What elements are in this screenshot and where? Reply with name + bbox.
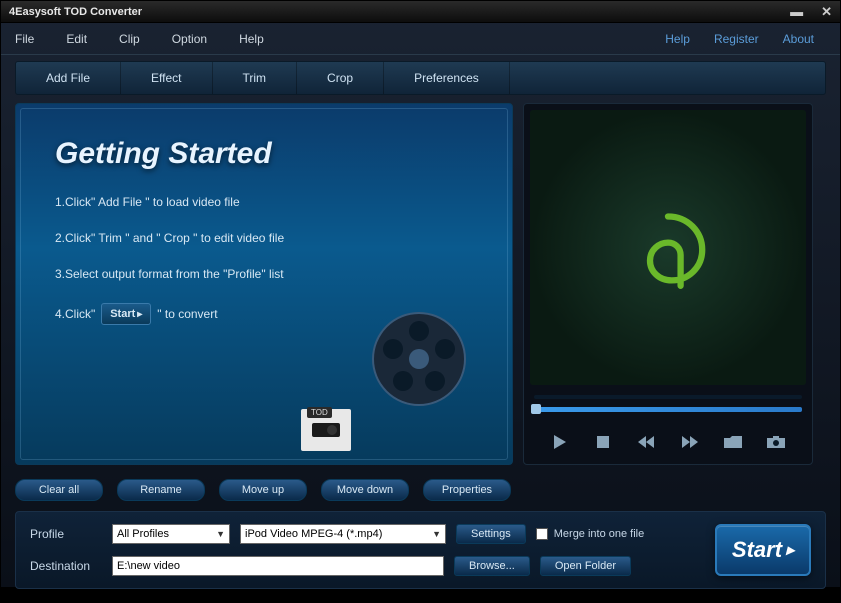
preview-panel [523,103,813,465]
toolbar-preferences[interactable]: Preferences [384,62,510,94]
toolbar-add-file[interactable]: Add File [16,62,121,94]
profile-category-select[interactable]: All Profiles▼ [112,524,230,544]
move-down-button[interactable]: Move down [321,479,409,501]
menu-clip[interactable]: Clip [119,32,140,46]
progress-bar [534,395,802,399]
snapshot-button[interactable] [766,434,786,450]
destination-input[interactable]: E:\new video [112,556,444,576]
open-button[interactable] [723,434,743,450]
list-buttons: Clear all Rename Move up Move down Prope… [1,473,840,501]
link-about[interactable]: About [783,32,814,46]
tod-label: TOD [307,407,332,418]
film-reel-icon [369,309,469,409]
minimize-button[interactable]: ▬ [790,4,803,20]
rename-button[interactable]: Rename [117,479,205,501]
menu-edit[interactable]: Edit [66,32,87,46]
toolbar-trim[interactable]: Trim [213,62,298,94]
open-folder-button[interactable]: Open Folder [540,556,631,576]
browse-button[interactable]: Browse... [454,556,530,576]
start-button[interactable]: Start▸ [715,524,811,576]
clear-all-button[interactable]: Clear all [15,479,103,501]
step-2: 2.Click" Trim " and " Crop " to edit vid… [55,231,507,245]
stop-button[interactable] [593,434,613,450]
profile-label: Profile [30,527,102,541]
getting-started-heading: Getting Started [21,109,507,195]
player-controls [524,428,812,464]
play-button[interactable] [550,434,570,450]
app-window: 4Easysoft TOD Converter ▬ ✕ File Edit Cl… [0,0,841,588]
inline-start-button[interactable]: Start▸ [101,303,151,325]
next-button[interactable] [680,434,700,450]
step-1: 1.Click" Add File " to load video file [55,195,507,209]
welcome-panel: Getting Started 1.Click" Add File " to l… [15,103,513,465]
step-3: 3.Select output format from the "Profile… [55,267,507,281]
settings-panel: Profile All Profiles▼ iPod Video MPEG-4 … [15,511,826,589]
toolbar-effect[interactable]: Effect [121,62,212,94]
link-register[interactable]: Register [714,32,759,46]
settings-button[interactable]: Settings [456,524,526,544]
menubar: File Edit Clip Option Help Help Register… [1,23,840,55]
profile-format-select[interactable]: iPod Video MPEG-4 (*.mp4)▼ [240,524,446,544]
toolbar-crop[interactable]: Crop [297,62,384,94]
properties-button[interactable]: Properties [423,479,511,501]
video-preview [530,110,806,385]
move-up-button[interactable]: Move up [219,479,307,501]
prev-button[interactable] [636,434,656,450]
titlebar: 4Easysoft TOD Converter ▬ ✕ [1,1,840,23]
app-title: 4Easysoft TOD Converter [9,6,790,18]
logo-icon [623,203,713,293]
destination-label: Destination [30,559,102,573]
menu-option[interactable]: Option [172,32,207,46]
menu-file[interactable]: File [15,32,34,46]
merge-checkbox[interactable] [536,528,548,540]
toolbar: Add File Effect Trim Crop Preferences [15,61,826,95]
menu-help[interactable]: Help [239,32,264,46]
link-help[interactable]: Help [665,32,690,46]
seek-thumb[interactable] [531,404,541,414]
seek-bar[interactable] [534,407,802,412]
close-button[interactable]: ✕ [821,4,832,20]
merge-label: Merge into one file [554,528,645,540]
